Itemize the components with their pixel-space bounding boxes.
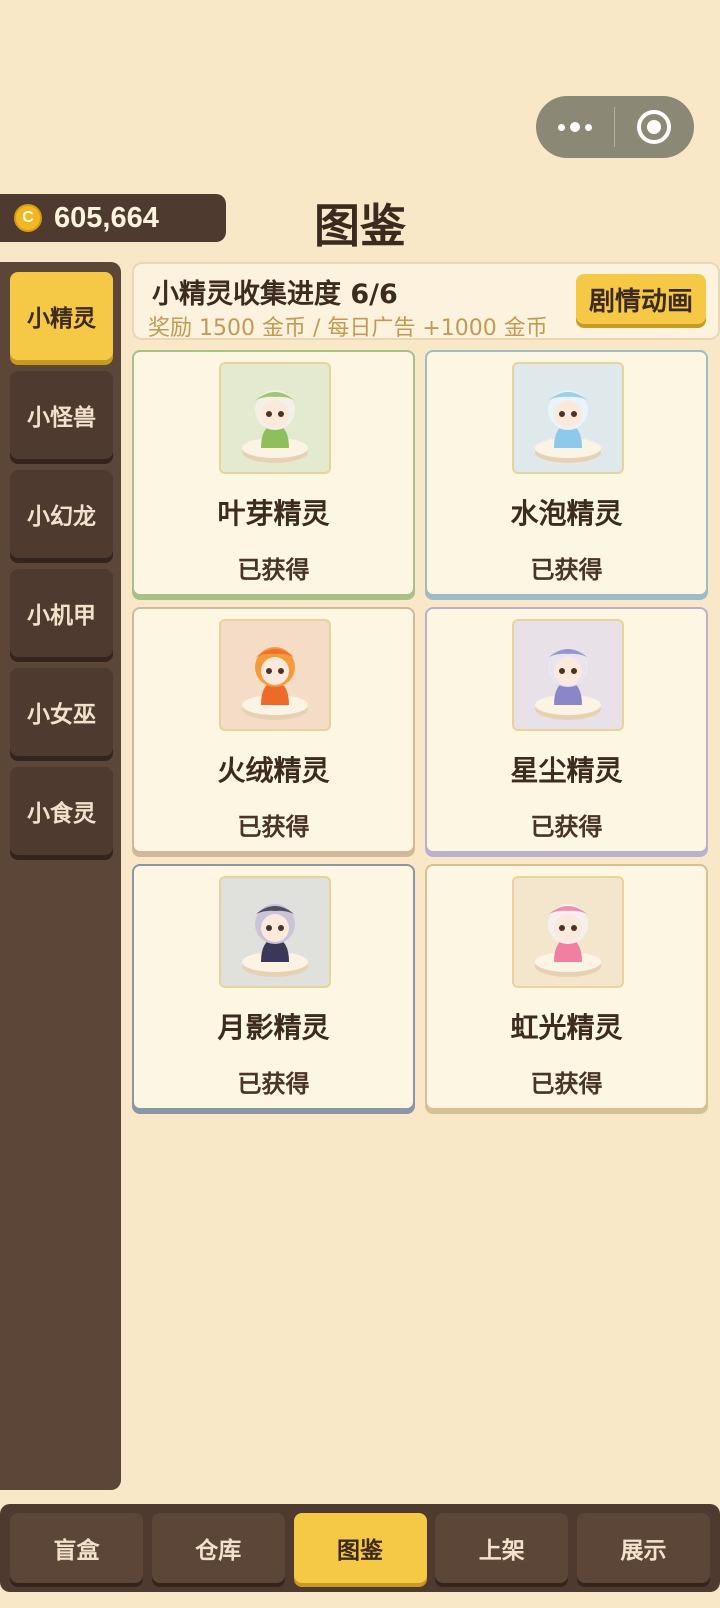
- card-status: 已获得: [237, 813, 310, 841]
- collection-progress-banner: 小精灵收集进度 6/6 奖励 1500 金币 / 每日广告 +1000 金币 剧…: [132, 262, 720, 341]
- sidebar-item-sprite[interactable]: 小精灵: [10, 272, 113, 360]
- leaf-sprite-figure-icon: [219, 362, 331, 474]
- stardust-sprite-figure-icon: [512, 619, 624, 731]
- sidebar-item-witch[interactable]: 小女巫: [10, 668, 113, 756]
- nav-blind-box[interactable]: 盲盒: [10, 1513, 143, 1583]
- card-name: 水泡精灵: [510, 497, 623, 530]
- nav-warehouse[interactable]: 仓库: [151, 1513, 285, 1583]
- card-name: 火绒精灵: [217, 754, 330, 787]
- moon-shadow-sprite-figure-icon: [219, 876, 331, 988]
- card-name: 叶芽精灵: [217, 497, 330, 530]
- bubble-sprite-figure-icon: [512, 362, 624, 474]
- collection-card[interactable]: 叶芽精灵 已获得: [132, 350, 415, 596]
- card-status: 已获得: [237, 556, 310, 584]
- sidebar-item-dragon[interactable]: 小幻龙: [10, 470, 113, 558]
- story-animation-button[interactable]: 剧情动画: [576, 274, 706, 324]
- close-mini-program-icon[interactable]: [615, 96, 693, 158]
- card-name: 虹光精灵: [510, 1011, 623, 1044]
- bottom-nav: 盲盒 仓库 图鉴 上架 展示: [0, 1504, 720, 1592]
- coin-amount: 605,664: [54, 201, 159, 234]
- page-title: 图鉴: [314, 199, 406, 253]
- sidebar-item-food-spirit[interactable]: 小食灵: [10, 767, 113, 855]
- nav-showcase[interactable]: 展示: [577, 1513, 710, 1583]
- fire-sprite-figure-icon: [219, 619, 331, 731]
- card-status: 已获得: [530, 813, 603, 841]
- collection-card[interactable]: 月影精灵 已获得: [132, 864, 415, 1110]
- card-name: 月影精灵: [217, 1011, 330, 1044]
- nav-list-shelf[interactable]: 上架: [435, 1513, 569, 1583]
- more-options-icon[interactable]: [536, 96, 614, 158]
- card-status: 已获得: [237, 1070, 310, 1098]
- card-status: 已获得: [530, 1070, 603, 1098]
- sidebar-item-monster[interactable]: 小怪兽: [10, 371, 113, 459]
- sidebar-item-mecha[interactable]: 小机甲: [10, 569, 113, 657]
- mini-program-capsule: [536, 96, 694, 158]
- card-name: 星尘精灵: [510, 754, 623, 787]
- reward-description: 奖励 1500 金币 / 每日广告 +1000 金币: [148, 316, 548, 341]
- nav-collection[interactable]: 图鉴: [293, 1513, 427, 1583]
- collection-card[interactable]: 火绒精灵 已获得: [132, 607, 415, 853]
- collection-card[interactable]: 星尘精灵 已获得: [425, 607, 708, 853]
- category-sidebar: 小精灵 小怪兽 小幻龙 小机甲 小女巫 小食灵: [0, 262, 121, 1490]
- coin-icon: C: [14, 204, 42, 232]
- card-status: 已获得: [530, 556, 603, 584]
- coin-balance: C 605,664: [0, 194, 226, 242]
- collection-progress-title: 小精灵收集进度 6/6: [152, 279, 398, 310]
- collection-card[interactable]: 虹光精灵 已获得: [425, 864, 708, 1110]
- rainbow-sprite-figure-icon: [512, 876, 624, 988]
- collection-card[interactable]: 水泡精灵 已获得: [425, 350, 708, 596]
